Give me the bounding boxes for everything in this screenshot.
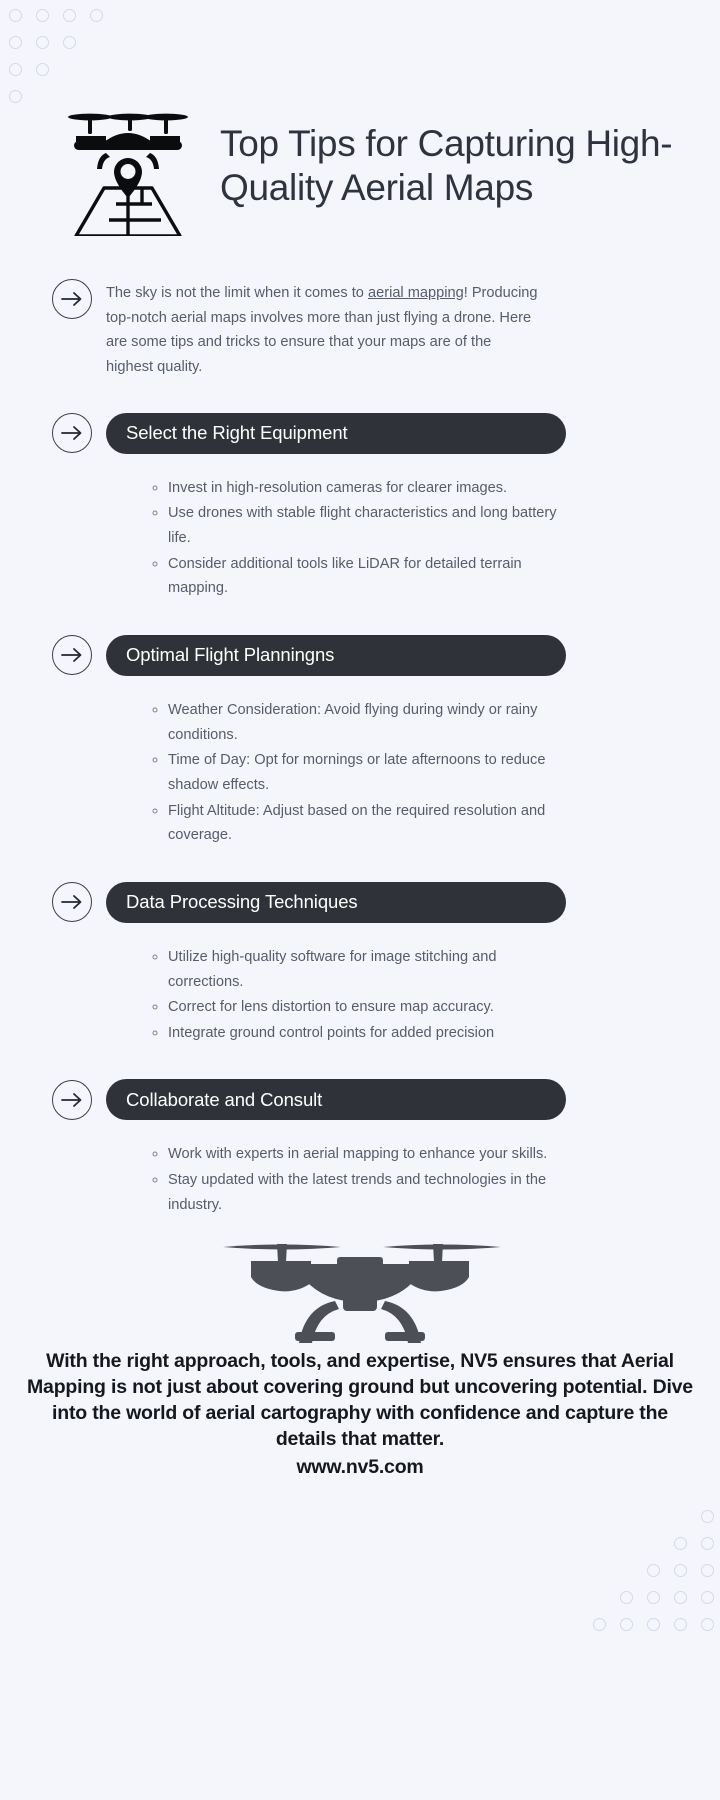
list-item: Flight Altitude: Adjust based on the req…	[168, 799, 570, 848]
list-item: Correct for lens distortion to ensure ma…	[168, 995, 570, 1020]
decorative-dot	[701, 1537, 714, 1550]
list-item: Consider additional tools like LiDAR for…	[168, 552, 570, 601]
decorative-dot	[620, 1618, 633, 1631]
arrow-right-circle-icon	[52, 413, 92, 454]
section-data-processing-techniques: Data Processing Techniques Utilize high-…	[0, 881, 720, 1046]
list-item: Invest in high-resolution cameras for cl…	[168, 476, 570, 501]
header: Top Tips for Capturing High-Quality Aeri…	[0, 0, 720, 238]
list-item: Stay updated with the latest trends and …	[168, 1168, 570, 1217]
section-heading-row: Select the Right Equipment	[0, 412, 720, 454]
footer-statement: With the right approach, tools, and expe…	[27, 1350, 693, 1451]
list-item: Use drones with stable flight characteri…	[168, 501, 570, 550]
arrow-right-circle-icon	[52, 279, 92, 319]
decorative-dot	[647, 1564, 660, 1577]
section-heading-row: Collaborate and Consult	[0, 1079, 720, 1121]
list-item: Weather Consideration: Avoid flying duri…	[168, 698, 570, 747]
decorative-dot	[674, 1618, 687, 1631]
list-item: Utilize high-quality software for image …	[168, 945, 570, 994]
arrow-right-circle-icon	[52, 1079, 92, 1120]
section-heading-pill: Optimal Flight Planningns	[106, 634, 566, 676]
decorative-dot	[701, 1618, 714, 1631]
decorative-dot	[620, 1591, 633, 1604]
decorative-dot	[701, 1510, 714, 1523]
page-title: Top Tips for Capturing High-Quality Aeri…	[220, 122, 673, 208]
section-bullet-list: Invest in high-resolution cameras for cl…	[0, 476, 720, 601]
decorative-dot	[674, 1591, 687, 1604]
intro-paragraph: The sky is not the limit when it comes t…	[106, 279, 542, 380]
decorative-dot	[701, 1564, 714, 1577]
list-item: Work with experts in aerial mapping to e…	[168, 1142, 570, 1167]
section-select-the-right-equipment: Select the Right Equipment Invest in hig…	[0, 412, 720, 601]
section-heading-pill: Data Processing Techniques	[106, 881, 566, 923]
decorative-dot	[593, 1618, 606, 1631]
section-collaborate-and-consult: Collaborate and Consult Work with expert…	[0, 1079, 720, 1217]
drone-illustration	[0, 1231, 720, 1344]
section-heading-row: Optimal Flight Planningns	[0, 634, 720, 676]
decorative-dot	[701, 1591, 714, 1604]
infographic-page: Top Tips for Capturing High-Quality Aeri…	[0, 0, 720, 1800]
section-bullet-list: Work with experts in aerial mapping to e…	[0, 1142, 720, 1217]
intro-row: The sky is not the limit when it comes t…	[0, 279, 720, 380]
section-bullet-list: Weather Consideration: Avoid flying duri…	[0, 698, 720, 848]
arrow-right-circle-icon	[52, 635, 92, 676]
list-item: Integrate ground control points for adde…	[168, 1021, 570, 1046]
decorative-dot	[647, 1591, 660, 1604]
drone-over-map-icon	[60, 96, 196, 238]
decorative-dot	[647, 1618, 660, 1631]
decorative-dot	[674, 1564, 687, 1577]
intro-text-before: The sky is not the limit when it comes t…	[106, 285, 368, 301]
section-heading-pill: Select the Right Equipment	[106, 412, 566, 454]
aerial-mapping-link[interactable]: aerial mapping	[368, 285, 464, 301]
footer-url[interactable]: www.nv5.com	[22, 1453, 698, 1482]
section-bullet-list: Utilize high-quality software for image …	[0, 945, 720, 1046]
section-optimal-flight-plannings: Optimal Flight Planningns Weather Consid…	[0, 634, 720, 848]
list-item: Time of Day: Opt for mornings or late af…	[168, 748, 570, 797]
decorative-dots-bottom-right	[550, 1504, 720, 1704]
arrow-right-circle-icon	[52, 882, 92, 923]
section-heading-row: Data Processing Techniques	[0, 881, 720, 923]
decorative-dot	[674, 1537, 687, 1550]
section-heading-pill: Collaborate and Consult	[106, 1079, 566, 1121]
footer: With the right approach, tools, and expe…	[0, 1343, 720, 1482]
